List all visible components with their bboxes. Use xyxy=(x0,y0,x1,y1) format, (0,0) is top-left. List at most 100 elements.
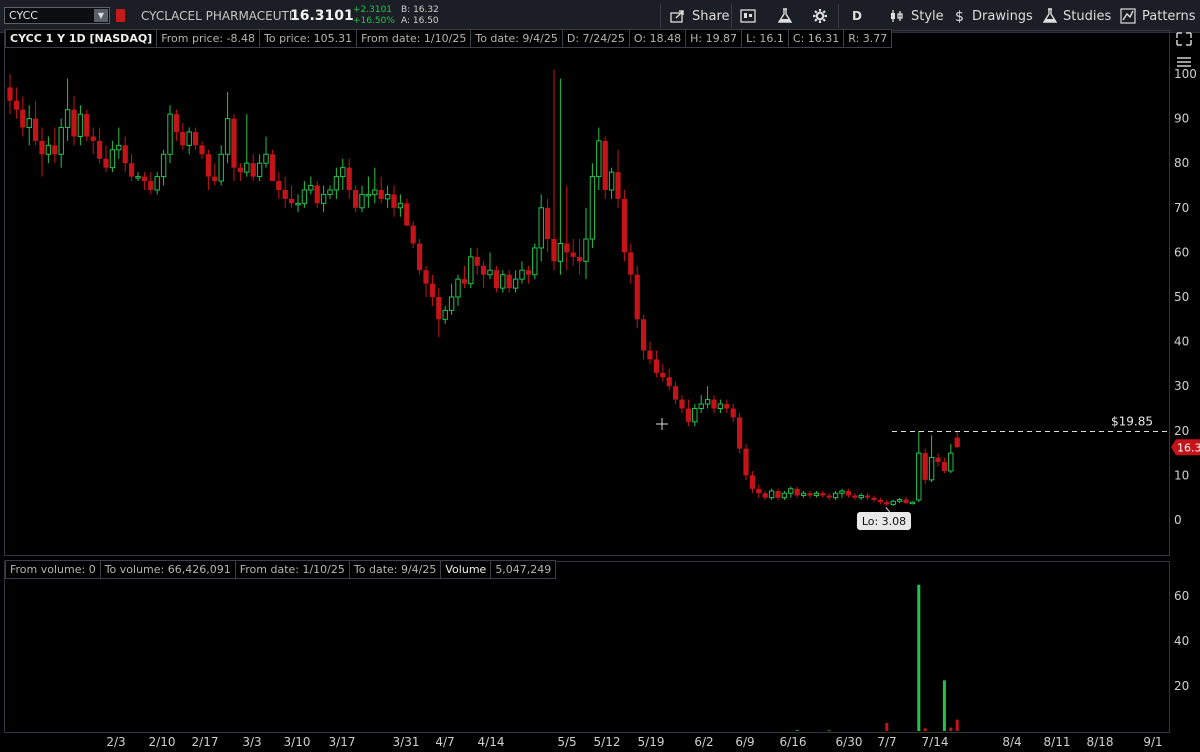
candle xyxy=(353,185,359,213)
candle xyxy=(602,136,608,199)
date-tick-label: 6/30 xyxy=(836,735,863,749)
candle xyxy=(794,486,800,498)
candle xyxy=(320,185,327,213)
candle xyxy=(327,185,333,199)
candle xyxy=(346,158,352,199)
candle xyxy=(308,176,314,195)
candle xyxy=(545,198,551,253)
date-tick-label: 5/12 xyxy=(594,735,621,749)
candle xyxy=(256,154,263,182)
candle xyxy=(807,491,813,498)
date-tick-label: 6/16 xyxy=(780,735,807,749)
candle xyxy=(692,404,698,427)
candle xyxy=(212,163,218,186)
candle xyxy=(762,491,768,500)
current-price-tag: 16.3 xyxy=(1171,439,1200,456)
candle xyxy=(167,105,173,164)
date-tick-label: 2/17 xyxy=(192,735,219,749)
date-tick-label: 4/7 xyxy=(435,735,454,749)
date-axis: 2/3 2/10 2/17 3/3 3/10 3/17 3/31 4/7 4/14 5/5 5/12… xyxy=(106,735,1162,749)
resistance-label: $19.85 xyxy=(1111,414,1153,428)
candlestick-chart[interactable]: 0 10 20 30 40 50 60 70 80 90 100 20 40 60 2/3 2/10 2/1… xyxy=(0,0,1200,752)
candle xyxy=(417,239,423,275)
date-tick-label: 5/5 xyxy=(557,735,576,749)
candle xyxy=(557,78,564,275)
candle xyxy=(909,501,916,505)
candle xyxy=(813,491,820,498)
candle xyxy=(301,181,308,208)
candle xyxy=(109,140,116,173)
candle xyxy=(628,243,634,284)
candle xyxy=(13,87,19,119)
candle xyxy=(583,207,589,280)
candle xyxy=(160,149,167,186)
volume-bar xyxy=(942,680,946,731)
candle xyxy=(218,145,224,186)
candle xyxy=(922,448,928,485)
price-tick-label: 50 xyxy=(1174,290,1189,304)
price-tick-label: 100 xyxy=(1174,67,1197,81)
candle xyxy=(538,194,544,262)
volume-tick-label: 20 xyxy=(1174,679,1189,693)
candle xyxy=(173,109,179,141)
candle xyxy=(749,470,755,494)
candle xyxy=(391,185,397,217)
candle xyxy=(289,185,295,208)
candle xyxy=(704,386,711,409)
candle xyxy=(608,167,615,199)
candle xyxy=(103,145,109,173)
candle xyxy=(916,430,922,503)
candle xyxy=(928,435,935,483)
date-tick-label: 3/31 xyxy=(393,735,420,749)
candle xyxy=(224,91,231,164)
candle xyxy=(372,167,378,204)
date-tick-label: 2/3 xyxy=(106,735,125,749)
candle xyxy=(525,265,531,284)
date-tick-label: 4/14 xyxy=(478,735,505,749)
candle xyxy=(743,444,749,480)
candle xyxy=(135,172,141,182)
candle xyxy=(903,496,909,504)
candle xyxy=(896,497,903,504)
candle xyxy=(615,149,621,208)
candle xyxy=(717,399,724,413)
candle xyxy=(673,381,679,405)
date-tick-label: 6/2 xyxy=(694,735,713,749)
candle xyxy=(506,270,512,293)
price-tick-label: 90 xyxy=(1174,112,1189,126)
candle xyxy=(641,314,647,360)
candle xyxy=(442,305,448,324)
candle xyxy=(832,491,839,500)
candle xyxy=(397,194,404,217)
price-tick-label: 0 xyxy=(1174,513,1182,527)
candle xyxy=(404,198,410,226)
candle xyxy=(365,176,372,208)
candle xyxy=(493,265,499,293)
date-tick-label: 8/4 xyxy=(1002,735,1021,749)
candle xyxy=(826,493,832,500)
volume-bar xyxy=(949,727,953,731)
date-tick-label: 7/14 xyxy=(922,735,949,749)
date-tick-label: 8/18 xyxy=(1087,735,1114,749)
candle xyxy=(359,185,365,213)
candle xyxy=(58,118,64,168)
volume-bar xyxy=(917,584,921,731)
candle xyxy=(660,363,666,382)
candle xyxy=(468,247,474,289)
crosshair-icon xyxy=(656,418,668,430)
candle xyxy=(564,185,570,271)
candle xyxy=(154,172,160,195)
candle xyxy=(205,149,211,190)
candle xyxy=(45,136,52,164)
price-tick-label: 80 xyxy=(1174,156,1189,170)
candle xyxy=(781,491,788,500)
candle xyxy=(768,488,775,500)
candle xyxy=(276,172,282,199)
candle xyxy=(250,154,256,182)
candle xyxy=(954,431,960,449)
volume-bar xyxy=(923,728,927,731)
volume-bars xyxy=(795,584,959,731)
candle xyxy=(532,243,538,280)
candle xyxy=(231,114,237,182)
candle xyxy=(244,114,250,177)
